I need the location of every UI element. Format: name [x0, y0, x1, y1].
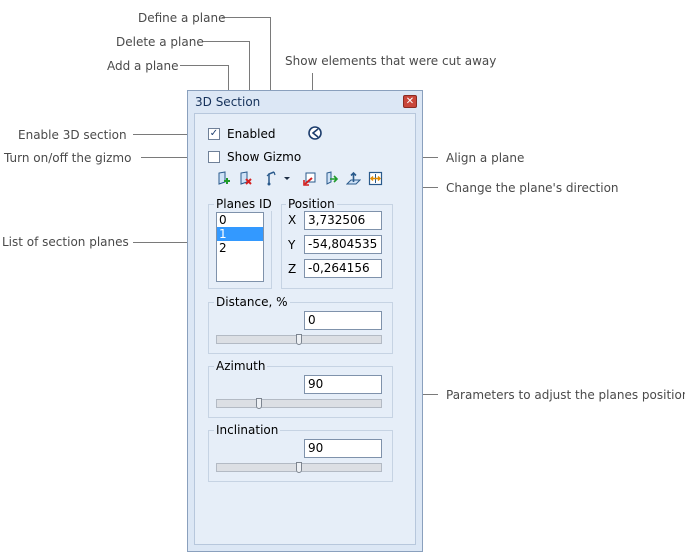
distance-field[interactable]: 0: [304, 311, 382, 330]
inclination-label: Inclination: [214, 423, 281, 437]
close-button[interactable]: ✕: [403, 95, 417, 108]
align-plane-button-3[interactable]: [345, 171, 362, 186]
position-header: Position: [286, 197, 337, 211]
x-label: X: [288, 213, 297, 227]
panel-titlebar[interactable]: 3D Section ✕: [188, 91, 422, 113]
inclination-slider-thumb[interactable]: [296, 462, 302, 473]
callout-section-list: List of section planes: [2, 235, 129, 249]
list-item[interactable]: 1: [217, 227, 263, 241]
callout-add-plane: Add a plane: [107, 59, 179, 73]
delete-plane-icon: [240, 171, 252, 185]
add-plane-icon: [218, 171, 230, 185]
define-plane-button[interactable]: [264, 171, 279, 186]
callout-delete-plane: Delete a plane: [116, 35, 204, 49]
z-label: Z: [288, 262, 297, 276]
callout-show-cut: Show elements that were cut away: [285, 54, 497, 68]
planes-list[interactable]: 0 1 2: [216, 212, 264, 282]
align-plane-icon: [303, 172, 316, 186]
callout-toggle-gizmo: Turn on/off the gizmo: [4, 151, 132, 165]
define-plane-dropdown[interactable]: [282, 171, 292, 186]
panel-title: 3D Section: [195, 95, 261, 109]
callout-define-plane: Define a plane: [138, 11, 226, 25]
leader-delete: [203, 41, 249, 42]
align-plane-up-icon: [345, 171, 362, 185]
flip-direction-icon: [368, 171, 383, 186]
cut-elements-icon: [308, 126, 322, 140]
callout-align-plane: Align a plane: [446, 151, 525, 165]
section-panel: 3D Section ✕ ✓ Enabled Show Gizmo Planes…: [187, 90, 423, 552]
inclination-field[interactable]: 90: [304, 439, 382, 458]
delete-plane-button[interactable]: [238, 171, 253, 186]
callout-adjust-params: Parameters to adjust the planes position: [446, 388, 685, 402]
list-item[interactable]: 2: [217, 241, 263, 255]
show-cut-elements-button[interactable]: [307, 125, 323, 141]
y-field[interactable]: -54,804535: [304, 235, 382, 254]
leader-define: [222, 17, 270, 18]
azimuth-slider-thumb[interactable]: [256, 398, 262, 409]
align-plane-button-2[interactable]: [324, 171, 339, 186]
azimuth-field[interactable]: 90: [304, 375, 382, 394]
azimuth-label: Azimuth: [214, 359, 268, 373]
align-plane-button-1[interactable]: [302, 171, 317, 186]
dropdown-arrow-icon: [284, 177, 290, 180]
callout-enable-section: Enable 3D section: [18, 128, 127, 142]
distance-slider-thumb[interactable]: [296, 334, 302, 345]
list-item[interactable]: 0: [217, 213, 263, 227]
azimuth-slider-track[interactable]: [216, 399, 382, 408]
show-gizmo-checkbox[interactable]: [208, 151, 220, 163]
add-plane-button[interactable]: [216, 171, 231, 186]
z-field[interactable]: -0,264156: [304, 259, 382, 278]
leader-add: [180, 65, 228, 66]
show-gizmo-label: Show Gizmo: [227, 150, 302, 164]
define-plane-icon: [266, 171, 276, 186]
callout-change-direction: Change the plane's direction: [446, 181, 619, 195]
x-field[interactable]: 3,732506: [304, 211, 382, 230]
panel-body: ✓ Enabled Show Gizmo Planes ID 0 1 2 Pos…: [194, 113, 416, 545]
distance-label: Distance, %: [214, 295, 290, 309]
planes-header: Planes ID: [214, 197, 274, 211]
align-plane-normal-icon: [326, 171, 339, 185]
enabled-label: Enabled: [227, 127, 276, 141]
enabled-checkbox[interactable]: ✓: [208, 128, 220, 140]
change-direction-button[interactable]: [368, 171, 383, 186]
y-label: Y: [288, 238, 296, 252]
